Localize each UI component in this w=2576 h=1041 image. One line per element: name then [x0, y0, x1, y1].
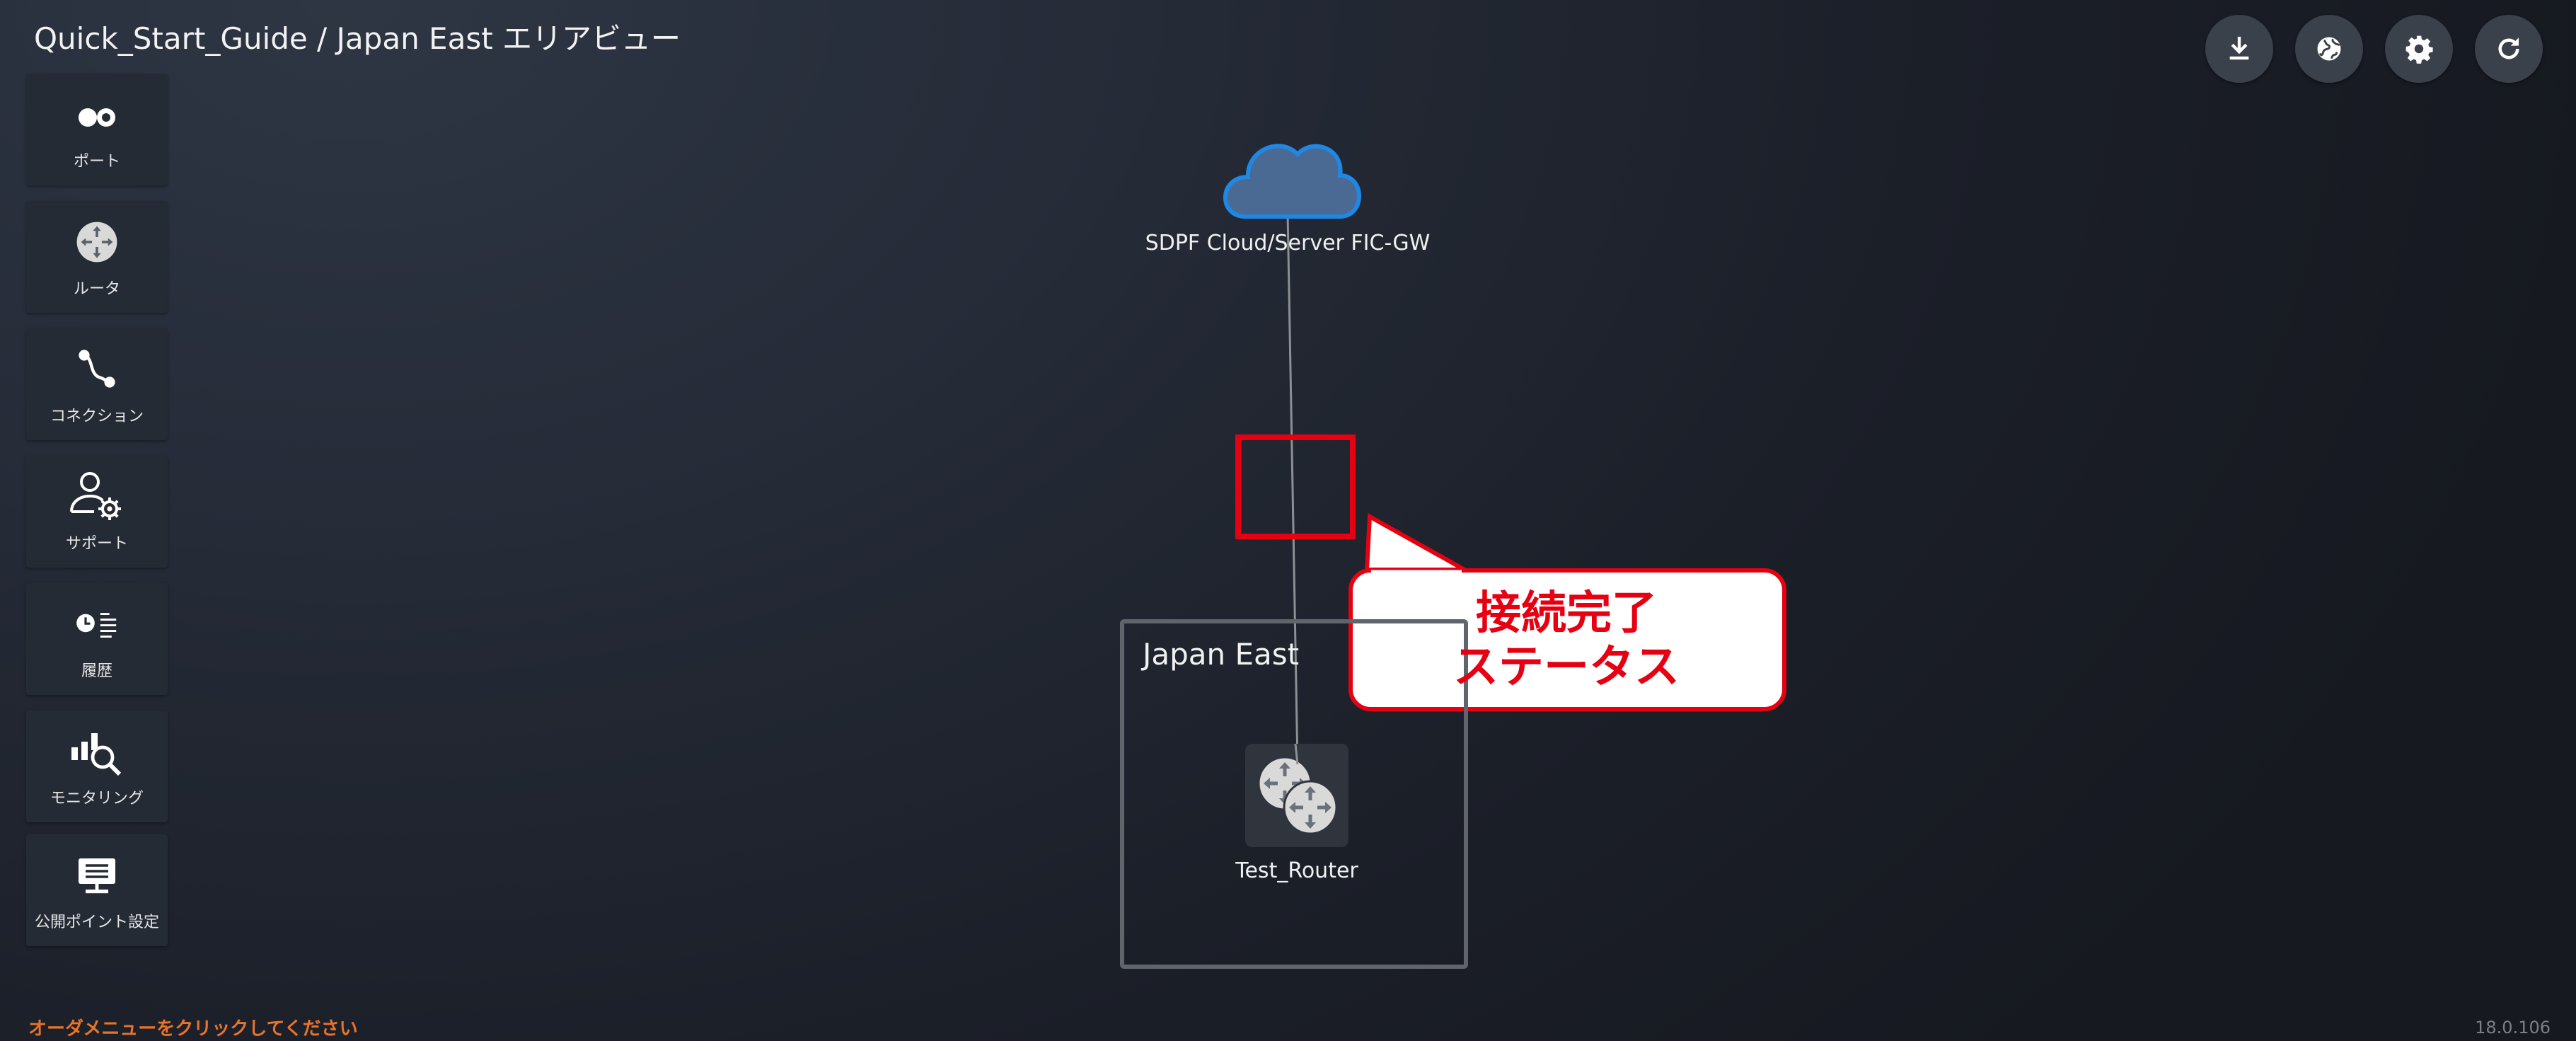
callout-text: 接続完了 ステータス — [1348, 572, 1784, 711]
router-node[interactable] — [1245, 744, 1348, 847]
cloud-node-label: SDPF Cloud/Server FIC-GW — [1145, 231, 1431, 255]
router-node-label: Test_Router — [1235, 858, 1358, 883]
callout-line-1: 接続完了 — [1476, 587, 1657, 640]
status-highlight-box — [1235, 435, 1356, 539]
area-label: Japan East — [1143, 637, 1300, 672]
callout-line-2: ステータス — [1453, 641, 1680, 694]
version-label: 18.0.106 — [2475, 1018, 2551, 1037]
router-pair-icon — [1257, 756, 1338, 835]
cloud-icon[interactable] — [1223, 144, 1361, 219]
order-menu-hint: オーダメニューをクリックしてください — [28, 1018, 358, 1040]
